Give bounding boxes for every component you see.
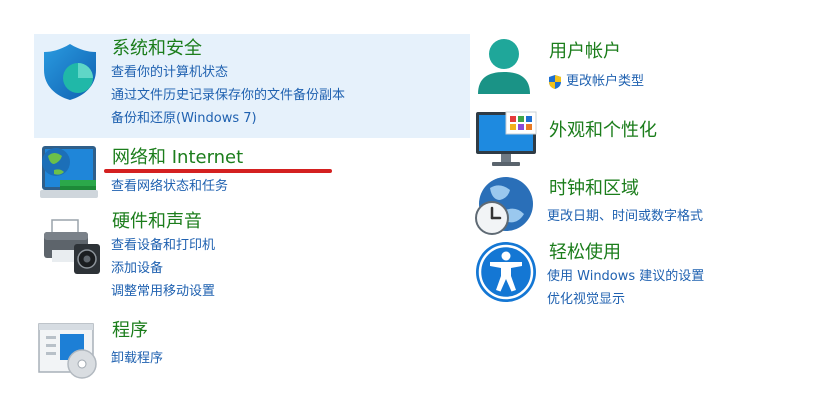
uac-shield-icon (547, 74, 563, 90)
cat-links-hardware-sound: 查看设备和打印机 添加设备 调整常用移动设置 (111, 234, 215, 303)
link-windows-recommended-settings[interactable]: 使用 Windows 建议的设置 (547, 265, 704, 288)
printer-speaker-icon[interactable] (38, 214, 102, 278)
link-change-account-type[interactable]: 更改帐户类型 (547, 70, 644, 93)
link-add-device[interactable]: 添加设备 (111, 257, 215, 280)
link-mobility-settings[interactable]: 调整常用移动设置 (111, 280, 215, 303)
cat-title-ease-of-access[interactable]: 轻松使用 (549, 242, 621, 264)
link-change-account-type-label: 更改帐户类型 (566, 74, 645, 89)
cat-links-system-security: 查看你的计算机状态 通过文件历史记录保存你的文件备份副本 备份和还原(Windo… (111, 61, 345, 130)
cat-links-ease-of-access: 使用 Windows 建议的设置 优化视觉显示 (547, 265, 704, 311)
cat-title-network-internet[interactable]: 网络和 Internet (112, 147, 243, 169)
program-disc-icon[interactable] (36, 318, 100, 382)
cat-title-programs[interactable]: 程序 (112, 320, 148, 342)
link-view-network-status[interactable]: 查看网络状态和任务 (111, 175, 228, 198)
cat-links-network-internet: 查看网络状态和任务 (111, 175, 228, 198)
accessibility-icon[interactable] (474, 240, 538, 304)
cat-title-hardware-sound[interactable]: 硬件和声音 (112, 211, 202, 233)
globe-clock-icon[interactable] (472, 174, 536, 238)
cat-links-user-accounts: 更改帐户类型 (547, 70, 644, 93)
red-underline-annotation (104, 169, 332, 173)
shield-icon[interactable] (38, 40, 102, 104)
cat-links-clock-region: 更改日期、时间或数字格式 (547, 205, 703, 228)
cat-title-clock-region[interactable]: 时钟和区域 (549, 178, 639, 200)
cat-title-user-accounts[interactable]: 用户帐户 (549, 41, 621, 63)
user-icon[interactable] (472, 36, 536, 100)
link-change-date-time-format[interactable]: 更改日期、时间或数字格式 (547, 205, 703, 228)
cat-title-system-security[interactable]: 系统和安全 (112, 38, 202, 60)
monitor-icon[interactable] (474, 108, 538, 172)
link-backup-restore[interactable]: 备份和还原(Windows 7) (111, 107, 345, 130)
link-view-computer-status[interactable]: 查看你的计算机状态 (111, 61, 345, 84)
cat-links-programs: 卸载程序 (111, 347, 163, 370)
cat-title-appearance[interactable]: 外观和个性化 (549, 120, 657, 142)
network-globe-icon[interactable] (36, 140, 100, 204)
link-optimize-visual-display[interactable]: 优化视觉显示 (547, 288, 704, 311)
control-panel-categories: 系统和安全 查看你的计算机状态 通过文件历史记录保存你的文件备份副本 备份和还原… (0, 0, 823, 406)
link-devices-printers[interactable]: 查看设备和打印机 (111, 234, 215, 257)
link-file-history-backup[interactable]: 通过文件历史记录保存你的文件备份副本 (111, 84, 345, 107)
link-uninstall-program[interactable]: 卸载程序 (111, 347, 163, 370)
